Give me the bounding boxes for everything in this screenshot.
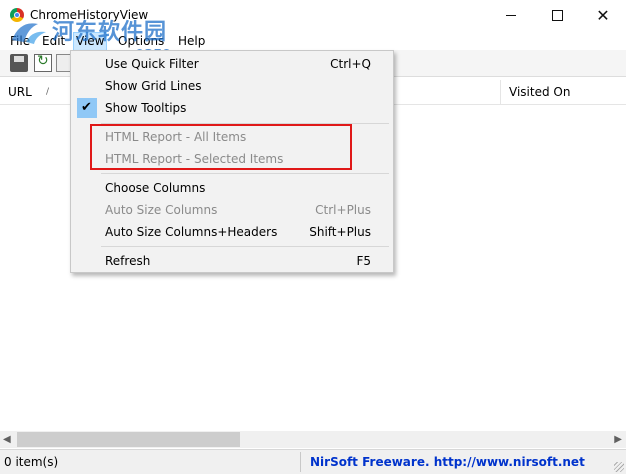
menu-edit[interactable]: Edit xyxy=(40,33,67,49)
menu-item-show-grid-lines[interactable]: Show Grid Lines xyxy=(73,75,391,97)
menu-item-auto-size-columns-headers[interactable]: Auto Size Columns+Headers Shift+Plus xyxy=(73,221,391,243)
status-divider xyxy=(300,452,301,472)
menu-options[interactable]: Options xyxy=(116,33,166,49)
menu-bar: File Edit View Options Help xyxy=(0,31,626,51)
minimize-button[interactable] xyxy=(488,0,534,31)
status-bar: 0 item(s) NirSoft Freeware. http://www.n… xyxy=(0,449,626,474)
menu-view[interactable]: View xyxy=(73,32,108,51)
maximize-icon xyxy=(551,10,563,21)
window-title: ChromeHistoryView xyxy=(30,8,149,22)
horizontal-scrollbar[interactable]: ◀ ▶ xyxy=(0,431,626,448)
close-icon: ✕ xyxy=(596,5,610,25)
menu-item-auto-size-columns: Auto Size Columns Ctrl+Plus xyxy=(105,203,371,217)
resize-grip-icon[interactable] xyxy=(614,462,624,472)
title-bar: ChromeHistoryView ✕ xyxy=(0,0,626,31)
menu-item-use-quick-filter[interactable]: Use Quick Filter Ctrl+Q xyxy=(73,53,391,75)
menu-item-refresh[interactable]: Refresh F5 xyxy=(73,250,391,272)
nirsoft-link[interactable]: NirSoft Freeware. http://www.nirsoft.net xyxy=(310,455,585,469)
menu-help[interactable]: Help xyxy=(176,33,207,49)
menu-separator xyxy=(101,173,389,174)
menu-item-show-tooltips[interactable]: ✔ Show Tooltips xyxy=(73,97,391,119)
sort-indicator: / xyxy=(46,87,50,97)
column-header-visited-on[interactable]: Visited On xyxy=(500,80,598,104)
refresh-icon[interactable] xyxy=(34,53,52,72)
save-icon[interactable] xyxy=(10,54,28,72)
chrome-app-icon xyxy=(10,8,24,22)
menu-item-html-report-all: HTML Report - All Items xyxy=(105,130,247,144)
scrollbar-thumb[interactable] xyxy=(17,432,240,447)
view-menu-dropdown: Use Quick Filter Ctrl+Q Show Grid Lines … xyxy=(70,50,394,273)
maximize-button[interactable] xyxy=(534,0,580,31)
menu-item-html-report-selected: HTML Report - Selected Items xyxy=(105,152,284,166)
checkmark-icon: ✔ xyxy=(77,98,97,118)
close-button[interactable]: ✕ xyxy=(580,0,626,31)
scroll-left-icon[interactable]: ◀ xyxy=(3,434,11,445)
minimize-icon xyxy=(506,15,516,16)
column-header-label: Visited On xyxy=(509,85,571,99)
item-count: 0 item(s) xyxy=(4,455,59,469)
scroll-right-icon[interactable]: ▶ xyxy=(614,434,622,445)
menu-separator xyxy=(101,246,389,247)
menu-item-choose-columns[interactable]: Choose Columns xyxy=(73,177,391,199)
menu-separator xyxy=(101,123,389,124)
menu-file[interactable]: File xyxy=(8,33,32,49)
column-header-label: URL xyxy=(8,85,32,99)
